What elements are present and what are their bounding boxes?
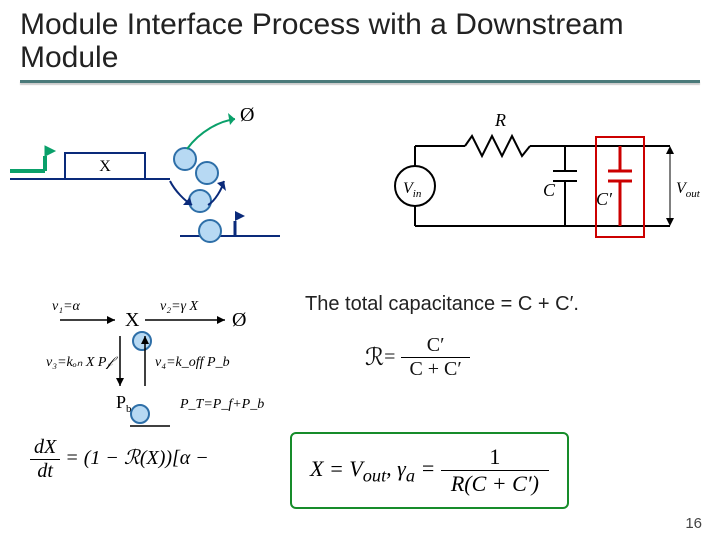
vin-label: Vin [403,180,422,200]
phi-node: Ø [232,309,246,331]
dxdt-rhs: = (1 − ℛ(X))[α − [65,447,209,469]
v2-label: v₂=γ X [160,299,199,314]
dxdt-den: dt [30,460,60,483]
total-cap-text: The total capacitance = C + C′. [305,293,579,316]
dxdt-num: dX [30,436,60,460]
page-title: Module Interface Process with a Downstre… [20,8,700,74]
title-rule [20,80,700,83]
v3-label: v₃=kₒₙ X P𝒻 [46,355,118,370]
gamma-a: γa [397,456,415,481]
gamma-frac-den: R(C + C′) [441,471,549,497]
cap-cp-label: C′ [596,189,613,209]
gene-x-label: X [99,158,111,175]
circuit-diagram: R Vin C C′ Vout [370,101,700,271]
page-number: 16 [685,515,702,532]
cap-c-label: C [543,180,556,200]
top-diagrams: X Ø R Vin [0,101,720,281]
x-node: X [125,309,140,331]
boxed-equation: X = Vout, γa = 1 R(C + C′) [290,432,569,509]
resistor-label: R [494,110,506,130]
reaction-network: v₁=α X v₂=γ X Ø v₃=kₒₙ X P𝒻 v₄=k_off P_b… [40,286,290,436]
middle-row: v₁=α X v₂=γ X Ø v₃=kₒₙ X P𝒻 v₄=k_off P_b… [0,281,720,436]
frac-num: C′ [401,334,469,358]
capacitance-equations: The total capacitance = C + C′. ℛ = C′ C… [305,293,579,381]
phi-label-top: Ø [240,104,254,126]
gamma-frac-num: 1 [441,444,549,471]
vout-label: Vout [676,180,700,200]
pb-node: Pb [116,392,132,415]
bottom-row: dX dt = (1 − ℛ(X))[α − X = Vout, γa = 1 … [0,436,720,516]
x-eq-vout: X = Vout [310,456,386,481]
v4-label: v₄=k_off P_b [155,355,230,370]
equals: = [384,346,395,369]
retroactivity-symbol: ℛ [365,343,384,372]
dx-dt-equation: dX dt = (1 − ℛ(X))[α − [30,436,209,483]
pt-label: P_T=P_f+P_b [179,397,264,412]
v1-label: v₁=α [52,299,81,314]
frac-den: C + C′ [401,358,469,381]
bio-schematic: X Ø [10,101,350,271]
